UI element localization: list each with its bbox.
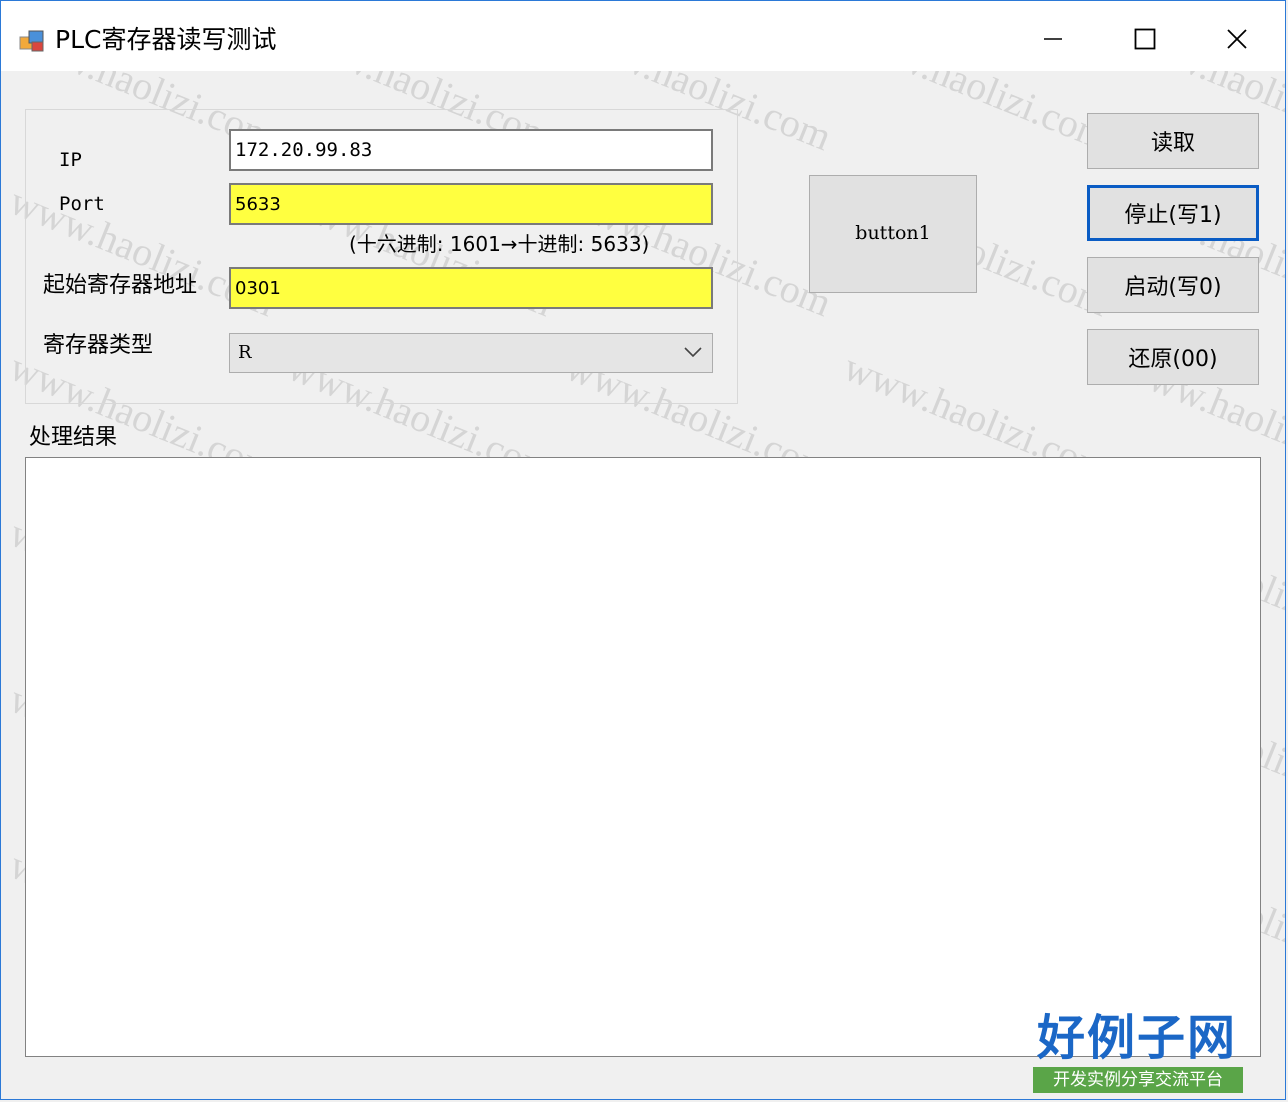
logo-main-text: 好例子网 (1036, 1010, 1237, 1066)
close-button[interactable] (1207, 13, 1267, 65)
restore-00-button[interactable]: 还原(00) (1087, 329, 1259, 385)
port-input[interactable] (229, 183, 713, 225)
app-window: www.haolizi.com www.haolizi.com www.haoliz… (0, 0, 1286, 1100)
port-conversion-note: (十六进制: 1601→十进制: 5633) (349, 232, 650, 256)
maximize-icon (1134, 28, 1156, 50)
start-register-label: 起始寄存器地址 (43, 273, 198, 298)
app-window-icon (19, 30, 44, 52)
maximize-button[interactable] (1115, 13, 1175, 65)
haolizi-logo: 好例子网 开发实例分享交流平台 (1031, 1009, 1243, 1095)
read-button[interactable]: 读取 (1087, 113, 1259, 169)
register-type-label: 寄存器类型 (43, 333, 154, 358)
start-register-input[interactable] (229, 267, 713, 309)
register-type-value: R (238, 342, 252, 363)
start-write0-button[interactable]: 启动(写0) (1087, 257, 1259, 313)
logo-sub-text: 开发实例分享交流平台 (1033, 1067, 1243, 1093)
chevron-down-icon (684, 347, 702, 358)
ip-input[interactable] (229, 129, 713, 171)
stop-write1-button[interactable]: 停止(写1) (1087, 185, 1259, 241)
ip-label: IP (59, 149, 82, 171)
result-label: 处理结果 (29, 425, 118, 450)
close-icon (1227, 29, 1247, 49)
minimize-button[interactable] (1023, 13, 1083, 65)
window-title: PLC寄存器读写测试 (55, 25, 277, 54)
title-bar[interactable]: PLC寄存器读写测试 (1, 1, 1285, 71)
button1[interactable]: button1 (809, 175, 977, 293)
register-type-select[interactable]: R (229, 333, 713, 373)
result-textarea[interactable] (25, 457, 1261, 1057)
port-label: Port (59, 193, 105, 215)
minimize-icon (1044, 38, 1062, 40)
